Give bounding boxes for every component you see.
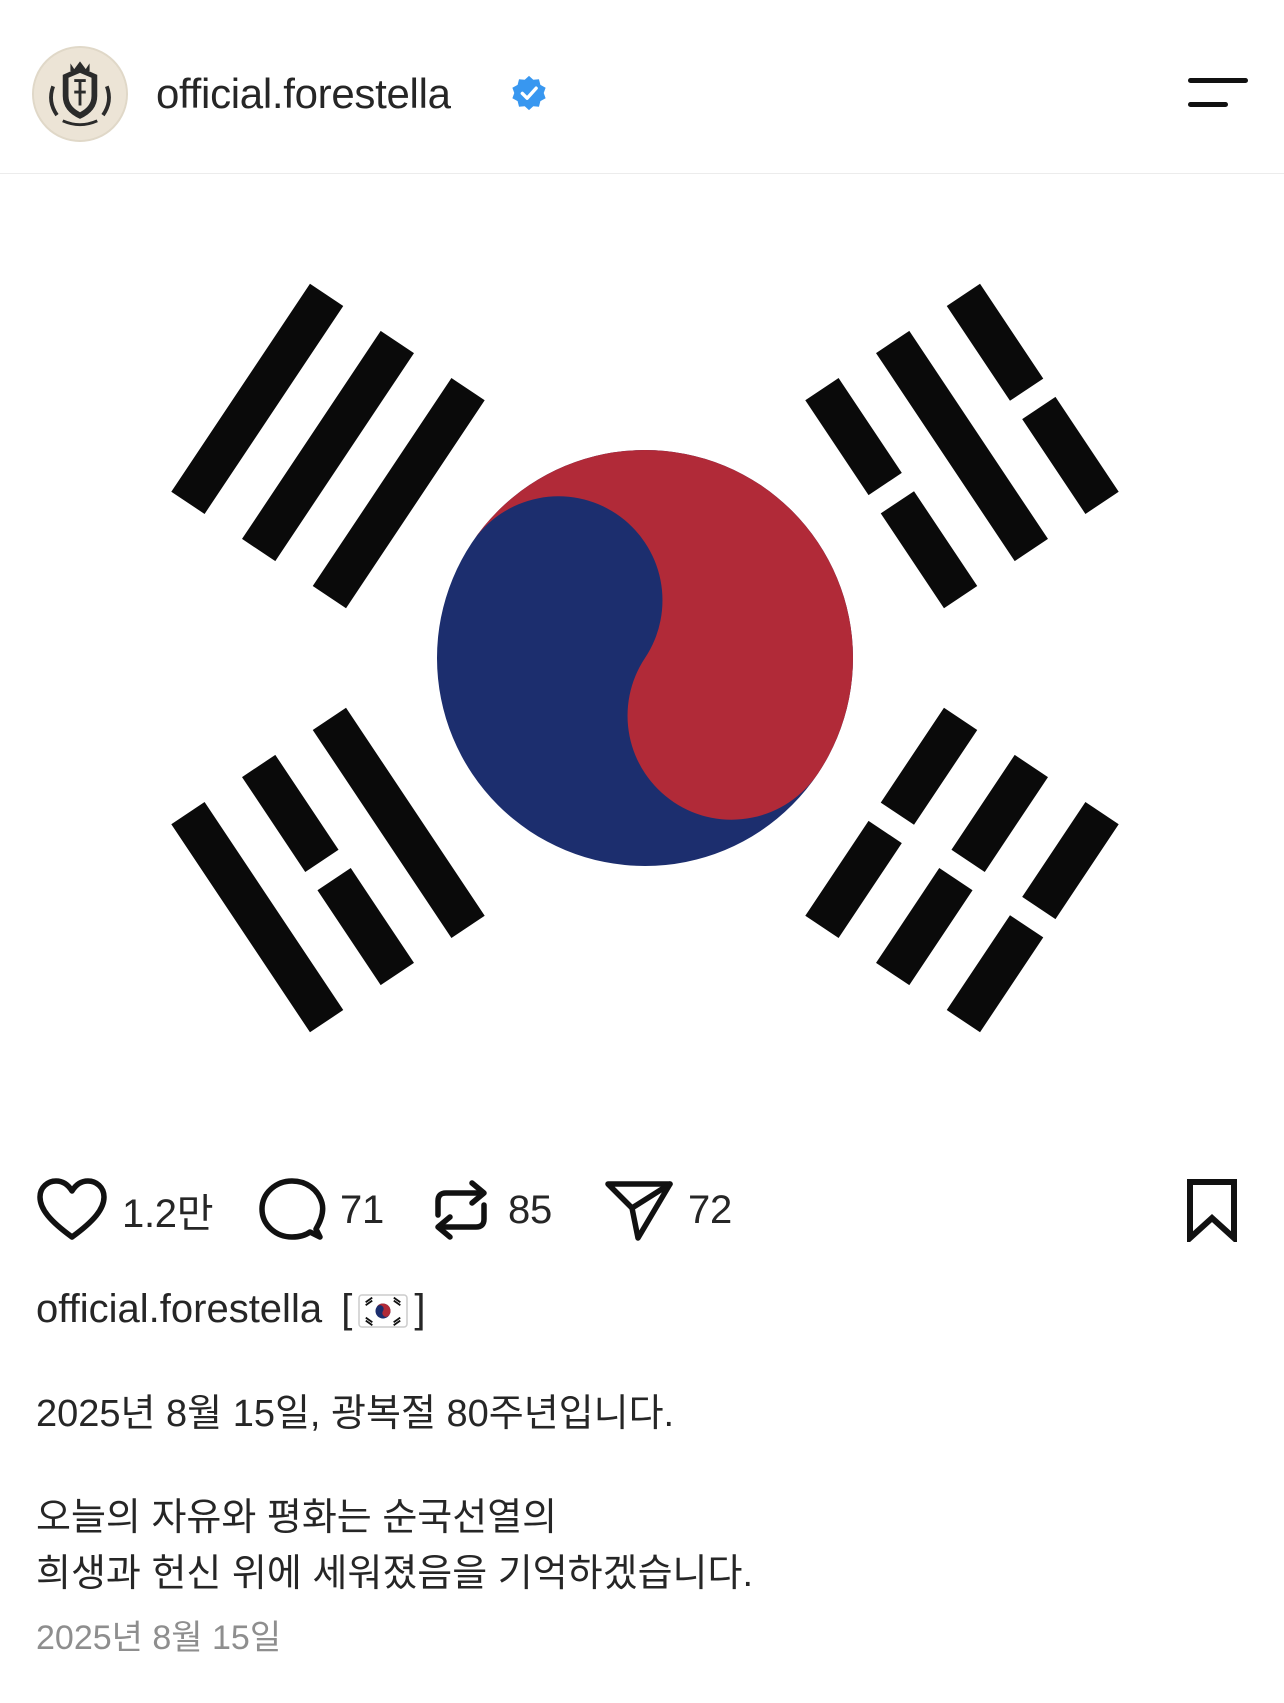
bracket-close: ] — [414, 1287, 426, 1331]
action-bar: 1.2만 71 85 72 — [0, 1170, 1284, 1250]
korea-flag-emoji-icon — [358, 1294, 409, 1329]
share-icon — [605, 1181, 673, 1241]
caption-line-1: 2025년 8월 15일, 광복절 80주년입니다. — [36, 1393, 675, 1435]
caption-line-2: 오늘의 자유와 평화는 순국선열의 — [36, 1497, 558, 1539]
caption-username[interactable]: official.forestella — [36, 1287, 322, 1331]
comment-count: 71 — [340, 1187, 384, 1232]
post-image[interactable] — [0, 174, 1284, 1174]
repost-button[interactable]: 85 — [428, 1170, 552, 1250]
repost-icon — [435, 1180, 487, 1240]
share-button[interactable]: 72 — [604, 1170, 732, 1250]
caption-line-3: 희생과 헌신 위에 세워졌음을 기억하겠습니다. — [36, 1553, 754, 1595]
share-count: 72 — [688, 1187, 732, 1232]
post-header: official.forestella — [0, 0, 1284, 174]
bracket-open: [ — [341, 1287, 353, 1331]
like-count: 1.2만 — [122, 1192, 214, 1236]
comment-icon — [259, 1178, 326, 1240]
comment-button[interactable]: 71 — [258, 1170, 384, 1250]
avatar[interactable] — [32, 46, 128, 142]
caption-header: official.forestella [ ] — [36, 1284, 425, 1334]
taegukgi-flag-image — [0, 174, 1284, 1174]
menu-icon[interactable] — [1184, 72, 1252, 116]
heart-icon — [37, 1178, 107, 1240]
like-button[interactable]: 1.2만 — [36, 1170, 214, 1250]
bookmark-icon[interactable] — [1180, 1178, 1244, 1242]
post-date: 2025년 8월 15일 — [36, 1619, 282, 1657]
repost-count: 85 — [508, 1187, 552, 1232]
verified-badge-icon — [512, 75, 546, 111]
header-username[interactable]: official.forestella — [156, 68, 451, 120]
crest-logo-icon — [34, 48, 126, 140]
